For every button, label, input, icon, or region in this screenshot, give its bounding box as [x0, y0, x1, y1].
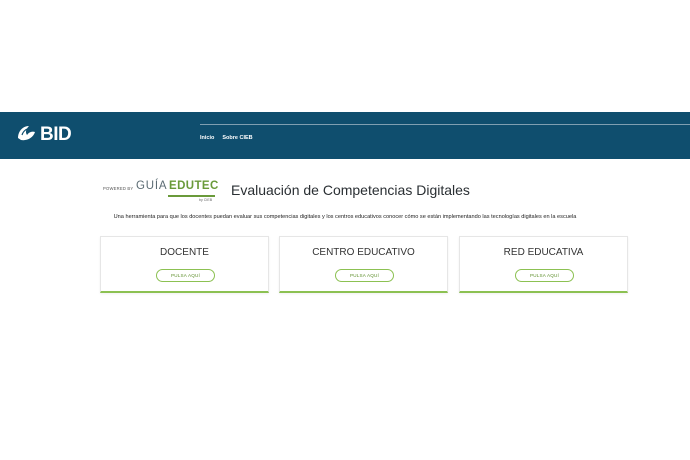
by-cieb-label: by CIEB [199, 198, 213, 202]
card-title: RED EDUCATIVA [503, 247, 584, 258]
guia-logo-text: GUÍA [136, 180, 168, 192]
card-red-educativa: RED EDUCATIVA PULSA AQUÍ [459, 236, 628, 293]
page-subtitle: Una herramienta para que los docentes pu… [113, 214, 577, 220]
logo-text: BID [40, 124, 72, 145]
edutec-underline [168, 195, 215, 197]
powered-by-label: POWERED BY [103, 186, 134, 191]
centro-educativo-pulsa-button[interactable]: PULSA AQUÍ [335, 269, 394, 282]
docente-pulsa-button[interactable]: PULSA AQUÍ [156, 269, 215, 282]
card-docente: DOCENTE PULSA AQUÍ [100, 236, 269, 293]
nav-sobre-cieb[interactable]: Sobre CIEB [222, 135, 252, 141]
red-educativa-pulsa-button[interactable]: PULSA AQUÍ [515, 269, 574, 282]
card-title: DOCENTE [160, 247, 209, 258]
card-centro-educativo: CENTRO EDUCATIVO PULSA AQUÍ [279, 236, 448, 293]
top-header [0, 112, 690, 159]
main-nav: Inicio Sobre CIEB [200, 135, 253, 141]
bid-logo[interactable]: BID [15, 123, 72, 148]
edutec-logo-text: EDUTEC [169, 180, 219, 192]
card-title: CENTRO EDUCATIVO [312, 247, 415, 258]
nav-inicio[interactable]: Inicio [200, 135, 214, 141]
page-title: Evaluación de Competencias Digitales [231, 182, 470, 198]
bid-logo-icon [15, 123, 37, 148]
header-divider [200, 124, 690, 125]
